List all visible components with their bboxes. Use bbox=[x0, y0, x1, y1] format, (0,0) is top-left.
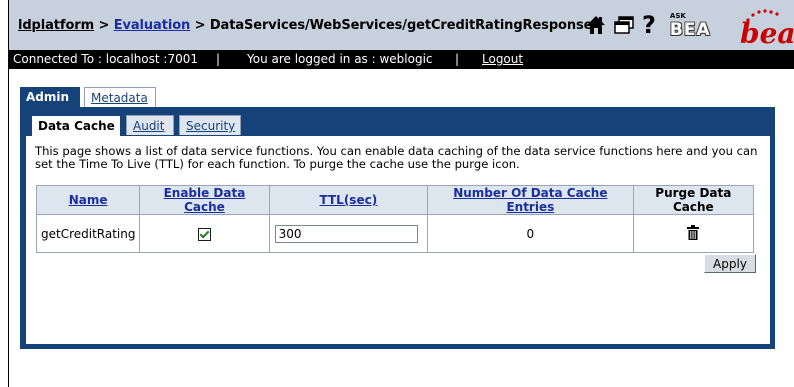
data-cache-table: Name Enable Data Cache TTL(sec) Number O… bbox=[35, 185, 755, 253]
ask-bea-button[interactable]: ASK BEA bbox=[670, 11, 711, 39]
tab-audit[interactable]: Audit bbox=[126, 115, 174, 135]
help-icon[interactable]: ? bbox=[642, 13, 656, 37]
connection-info: Connected To : localhost :7001 bbox=[13, 52, 198, 66]
breadcrumb-separator: > bbox=[94, 18, 114, 33]
tab-security[interactable]: Security bbox=[179, 115, 241, 135]
header-icons: ? ASK BEA bbox=[586, 10, 711, 40]
bea-logo-text: bea bbox=[740, 17, 794, 50]
column-header-purge-data-cache: Purge Data Cache bbox=[632, 185, 755, 215]
ttl-cell bbox=[268, 214, 429, 253]
enable-cache-checkbox[interactable] bbox=[197, 227, 211, 241]
enable-cache-cell bbox=[139, 214, 270, 253]
breadcrumb-app-link[interactable]: Evaluation bbox=[114, 18, 191, 33]
ttl-input[interactable] bbox=[274, 224, 418, 243]
tab-admin[interactable]: Admin bbox=[20, 87, 80, 107]
windows-icon[interactable] bbox=[614, 16, 634, 34]
breadcrumb-current-path: DataServices/WebServices/getCreditRating… bbox=[209, 18, 593, 33]
tab-data-cache[interactable]: Data Cache bbox=[31, 115, 121, 136]
tab-metadata[interactable]: Metadata bbox=[84, 87, 156, 107]
breadcrumb: ldplatform > Evaluation > DataServices/W… bbox=[18, 18, 592, 33]
function-name-cell: getCreditRating bbox=[35, 214, 141, 253]
column-header-ttl[interactable]: TTL(sec) bbox=[268, 185, 429, 215]
ask-bea-label: BEA bbox=[669, 20, 711, 40]
page-description: This page shows a list of data service f… bbox=[35, 144, 758, 171]
column-header-cache-entries[interactable]: Number Of Data Cache Entries bbox=[427, 185, 634, 215]
breadcrumb-root-link[interactable]: ldplatform bbox=[18, 18, 94, 33]
column-header-name[interactable]: Name bbox=[35, 185, 141, 215]
breadcrumb-separator: > bbox=[190, 18, 210, 33]
logout-link[interactable]: Logout bbox=[482, 50, 523, 69]
column-header-enable-data-cache[interactable]: Enable Data Cache bbox=[139, 185, 270, 215]
login-info: You are logged in as : weblogic bbox=[247, 52, 433, 66]
status-bar: Connected To : localhost :7001 | You are… bbox=[9, 50, 794, 69]
cache-entries-cell: 0 bbox=[427, 214, 634, 253]
apply-button[interactable]: Apply bbox=[704, 254, 756, 273]
status-separator: | bbox=[216, 52, 221, 66]
table-row: getCreditRating 0 bbox=[35, 214, 755, 253]
status-separator: | bbox=[455, 52, 460, 66]
table-header-row: Name Enable Data Cache TTL(sec) Number O… bbox=[35, 185, 755, 215]
trash-icon[interactable] bbox=[687, 224, 700, 243]
bea-logo: bea bbox=[730, 8, 794, 48]
home-icon[interactable] bbox=[586, 15, 606, 35]
purge-cell bbox=[632, 214, 755, 253]
